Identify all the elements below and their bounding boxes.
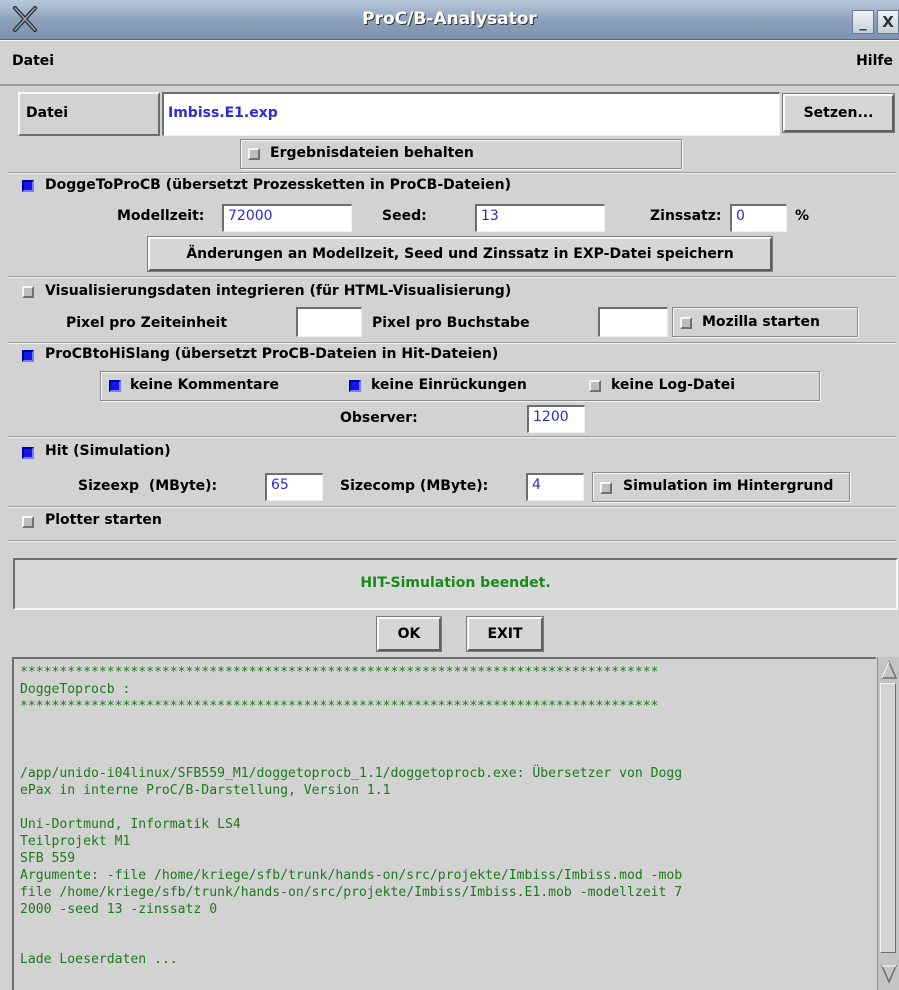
zinssatz-label: Zinssatz: <box>650 208 722 224</box>
sizeexp-field[interactable]: 65 <box>265 473 323 501</box>
doggetoprocb-checkbox[interactable] <box>22 180 34 192</box>
plotter-checkbox[interactable] <box>22 516 34 528</box>
zinssatz-field[interactable]: 0 <box>730 204 787 232</box>
keep-results-checkbox[interactable] <box>248 148 260 160</box>
status-text: HIT-Simulation beendet. <box>360 575 551 591</box>
separator <box>8 342 896 344</box>
scroll-down-arrow-icon[interactable] <box>880 963 898 985</box>
modellzeit-label: Modellzeit: <box>117 208 205 224</box>
pixel-char-label: Pixel pro Buchstabe <box>372 315 530 331</box>
menu-bar: Datei Hilfe <box>0 40 899 86</box>
procbtohislang-checkbox[interactable] <box>22 350 34 362</box>
save-exp-button[interactable]: Änderungen an Modellzeit, Seed und Zinss… <box>147 236 773 272</box>
observer-label: Observer: <box>340 410 418 426</box>
separator <box>8 540 896 542</box>
pixel-time-field[interactable] <box>296 307 362 337</box>
pixel-time-label: Pixel pro Zeiteinheit <box>66 315 228 331</box>
visualization-label: Visualisierungsdaten integrieren (für HT… <box>45 283 512 299</box>
pixel-char-field[interactable] <box>598 307 668 337</box>
no-comments-checkbox[interactable] <box>109 380 121 392</box>
log-text: ****************************************… <box>20 665 683 968</box>
no-indent-label: keine Einrückungen <box>371 377 527 393</box>
mozilla-label: Mozilla starten <box>702 314 820 330</box>
keep-results-label: Ergebnisdateien behalten <box>270 145 474 161</box>
sizecomp-field[interactable]: 4 <box>526 473 584 501</box>
ok-button[interactable]: OK <box>376 616 442 652</box>
plotter-label: Plotter starten <box>45 512 162 528</box>
sizecomp-label: Sizecomp (MByte): <box>340 478 489 494</box>
separator <box>8 506 896 508</box>
set-file-button[interactable]: Setzen... <box>782 93 895 133</box>
log-output[interactable]: ****************************************… <box>12 657 876 990</box>
percent-label: % <box>795 208 810 224</box>
no-comments-label: keine Kommentare <box>130 377 279 393</box>
separator <box>8 276 896 278</box>
background-checkbox[interactable] <box>600 482 612 494</box>
exit-button[interactable]: EXIT <box>466 616 544 652</box>
sizeexp-label: Sizeexp (MByte): <box>78 478 218 494</box>
file-label: Datei <box>26 105 69 121</box>
seed-label: Seed: <box>382 208 427 224</box>
separator <box>8 172 896 174</box>
separator <box>8 436 896 438</box>
scroll-thumb[interactable] <box>880 683 896 953</box>
modellzeit-field[interactable]: 72000 <box>222 204 352 232</box>
procbtohislang-label: ProCBtoHiSlang (übersetzt ProCB-Dateien … <box>45 346 499 362</box>
file-label-box: Datei <box>18 92 160 136</box>
minimize-button[interactable]: _ <box>852 10 874 34</box>
log-scrollbar[interactable] <box>877 657 899 990</box>
title-bar[interactable]: ProC/B-Analysator _ X <box>0 0 899 40</box>
background-label: Simulation im Hintergrund <box>623 478 834 494</box>
mozilla-checkbox[interactable] <box>680 317 692 329</box>
observer-field[interactable]: 1200 <box>527 405 585 433</box>
scroll-up-arrow-icon[interactable] <box>880 659 898 681</box>
close-button[interactable]: X <box>877 10 899 34</box>
seed-field[interactable]: 13 <box>475 204 605 232</box>
hit-checkbox[interactable] <box>22 447 34 459</box>
visualization-checkbox[interactable] <box>22 286 34 298</box>
doggetoprocb-label: DoggeToProCB (übersetzt Prozessketten in… <box>45 177 512 193</box>
no-log-label: keine Log-Datei <box>611 377 735 393</box>
menu-datei[interactable]: Datei <box>12 53 54 69</box>
menu-hilfe[interactable]: Hilfe <box>856 53 893 69</box>
window-title: ProC/B-Analysator <box>362 9 537 29</box>
file-path-field[interactable]: Imbiss.E1.exp <box>162 92 780 136</box>
no-indent-checkbox[interactable] <box>349 380 361 392</box>
no-log-checkbox[interactable] <box>589 380 601 392</box>
status-panel: HIT-Simulation beendet. <box>13 558 898 610</box>
hit-label: Hit (Simulation) <box>45 443 171 459</box>
